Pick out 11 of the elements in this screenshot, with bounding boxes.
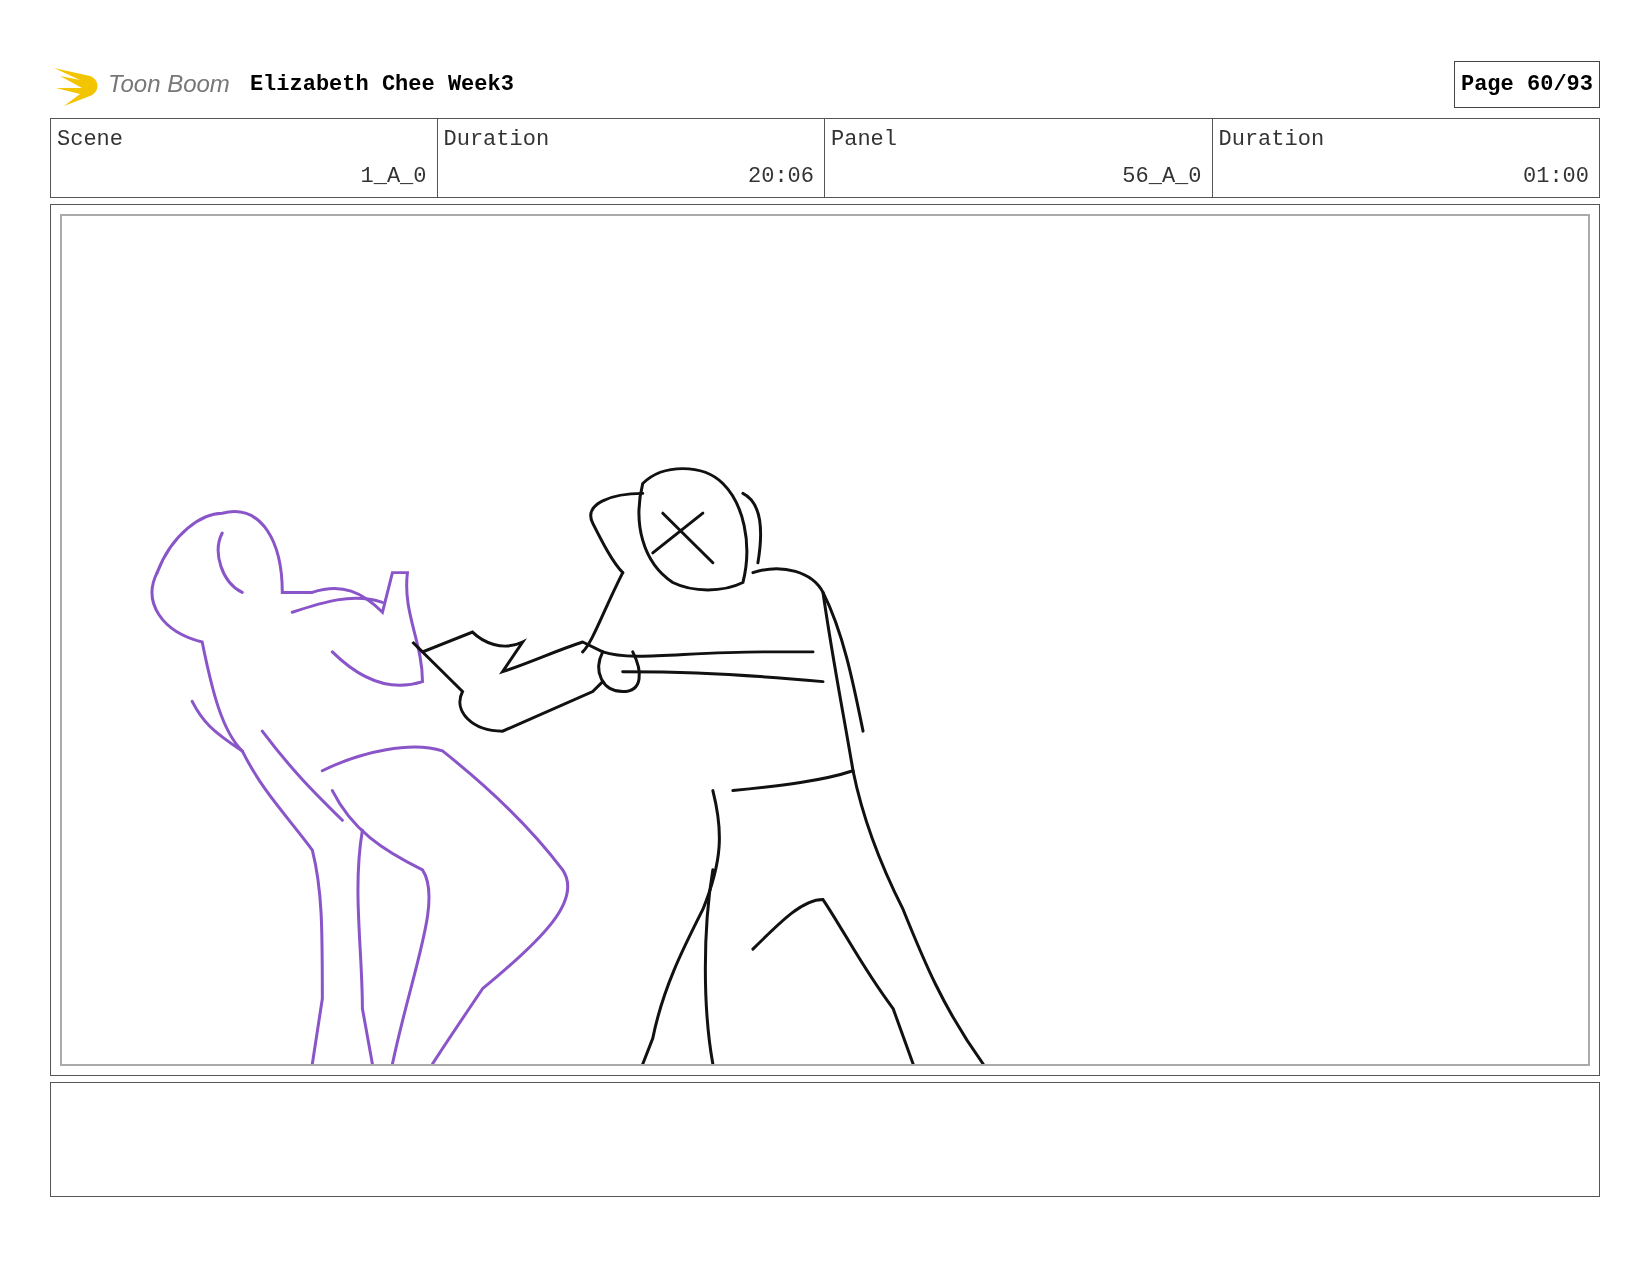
info-label: Scene <box>57 126 124 154</box>
info-label: Duration <box>1218 126 1326 154</box>
logo-wordmark: Toon Boom <box>108 69 230 99</box>
info-label: Panel <box>831 126 898 154</box>
info-value: 1_A_0 <box>360 163 428 191</box>
info-value: 20:06 <box>748 163 815 191</box>
page-number: Page 60/93 <box>1453 60 1600 108</box>
document-title: Elizabeth Chee Week3 <box>249 70 514 99</box>
info-value: 01:00 <box>1523 163 1590 191</box>
info-label: Duration <box>443 126 551 154</box>
info-value: 56_A_0 <box>1122 163 1203 191</box>
